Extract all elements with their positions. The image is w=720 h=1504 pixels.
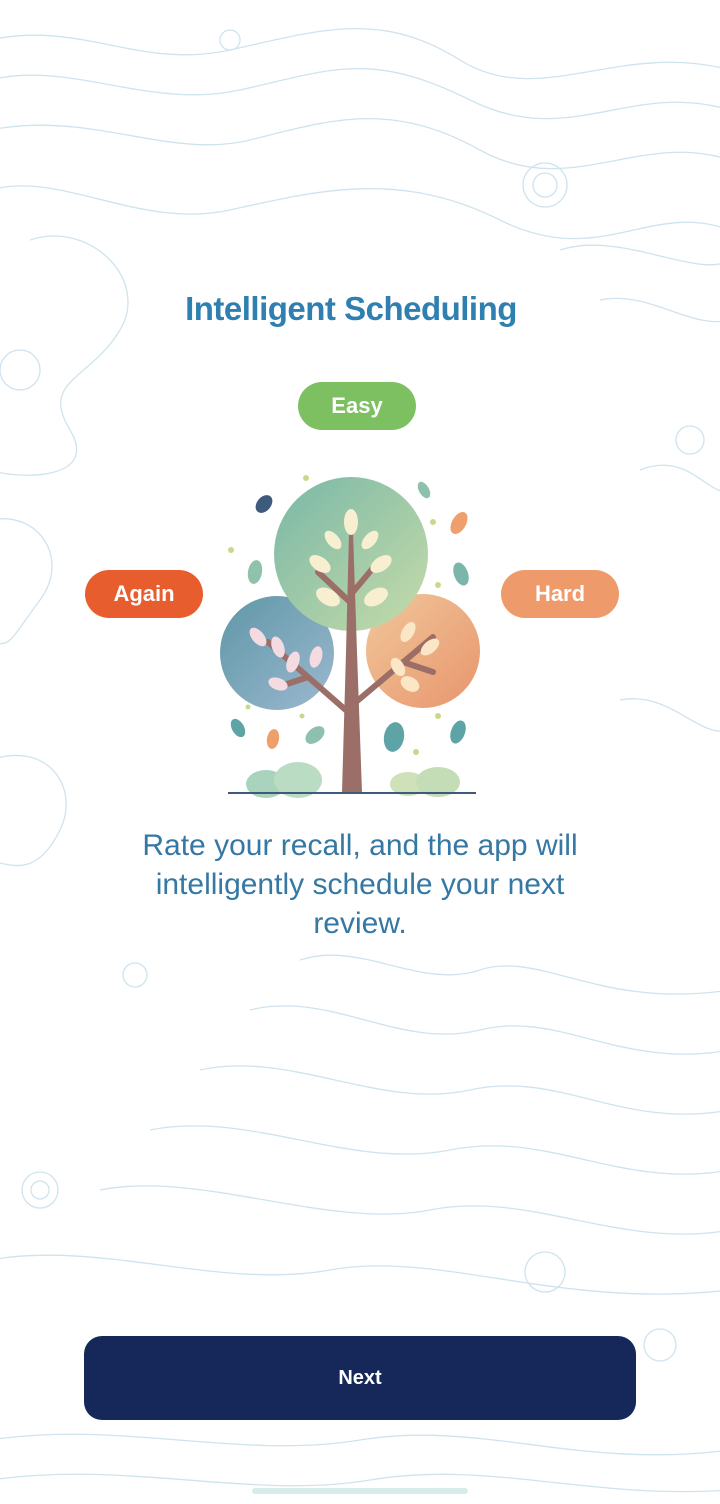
next-button[interactable]: Next xyxy=(84,1336,636,1420)
description-text: Rate your recall, and the app will intel… xyxy=(142,829,578,940)
again-rating-pill: Again xyxy=(85,570,203,618)
home-indicator xyxy=(252,1488,468,1494)
page-title: Intelligent Scheduling xyxy=(185,290,517,327)
hard-rating-pill: Hard xyxy=(501,570,619,618)
tree-illustration xyxy=(220,475,480,798)
easy-rating-pill: Easy xyxy=(298,382,416,430)
